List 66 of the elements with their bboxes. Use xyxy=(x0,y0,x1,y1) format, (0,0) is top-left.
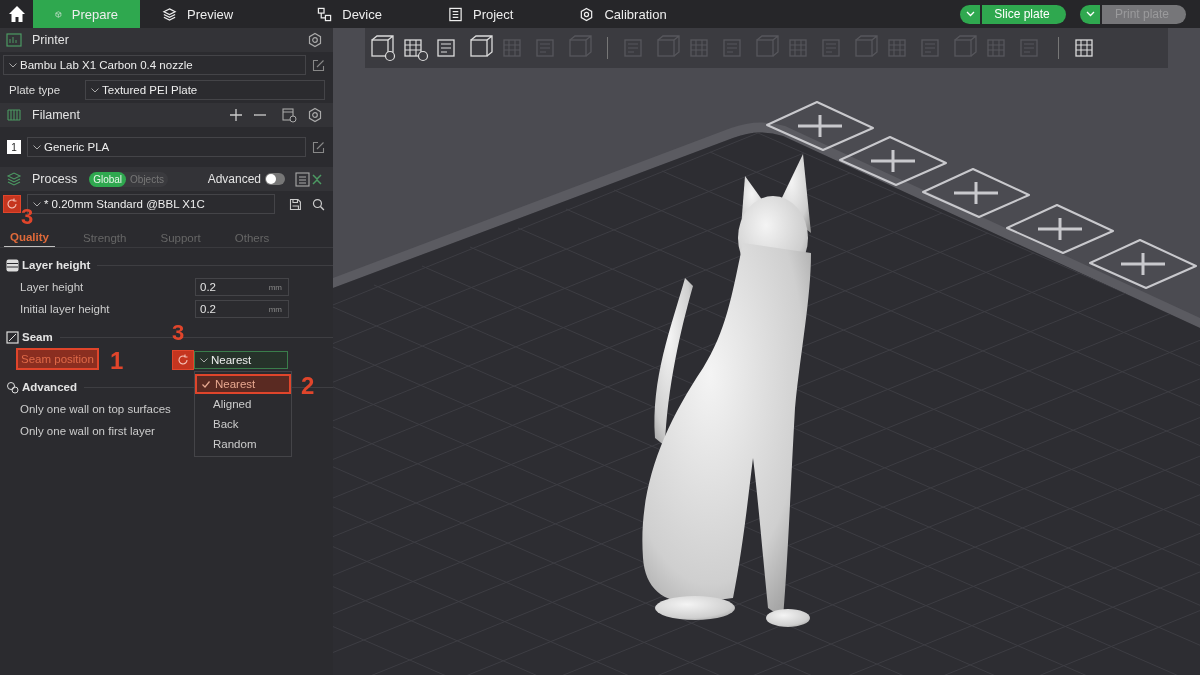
settings-tab[interactable]: Quality xyxy=(4,229,55,247)
dropdown-option[interactable]: Random xyxy=(195,434,291,454)
setting-label: Seam position xyxy=(16,348,99,370)
tab-icon xyxy=(162,6,177,22)
chevron-icon xyxy=(9,62,17,68)
filament-icon xyxy=(6,108,22,122)
dropdown-option[interactable]: Nearest xyxy=(195,374,291,394)
plate-type-label: Plate type xyxy=(8,84,62,96)
edit-icon[interactable] xyxy=(312,140,325,154)
section-title: Printer xyxy=(32,33,69,47)
annotation-number: 3 xyxy=(172,322,185,344)
section-title: Advanced xyxy=(22,381,77,393)
section-title: Process xyxy=(32,172,78,186)
add-icon[interactable] xyxy=(229,108,243,122)
settings-icon[interactable] xyxy=(307,107,323,123)
number-field[interactable]: 0.2 mm xyxy=(195,300,289,318)
nav-tab[interactable]: Device xyxy=(295,0,404,28)
seam-position-select[interactable]: Nearest xyxy=(194,351,288,369)
printer-icon xyxy=(6,33,22,47)
filament-slot-number[interactable]: 1 xyxy=(7,140,21,154)
process-icon xyxy=(6,172,22,186)
annotation-number: 1 xyxy=(110,349,124,373)
list-icon[interactable] xyxy=(295,171,311,187)
advanced-switch[interactable] xyxy=(265,173,285,185)
edit-icon[interactable] xyxy=(312,58,325,72)
number-field[interactable]: 0.2 mm xyxy=(195,278,289,296)
section-icon xyxy=(6,330,19,344)
section-icon xyxy=(6,380,19,394)
printer-select[interactable]: Bambu Lab X1 Carbon 0.4 nozzle xyxy=(3,55,306,75)
nav-tab[interactable]: Calibration xyxy=(557,0,689,28)
section-title: Filament xyxy=(32,108,80,122)
setting-label: Layer height xyxy=(20,281,85,293)
setting-label: Only one wall on first layer xyxy=(20,425,156,437)
caret-icon xyxy=(965,11,975,17)
dropdown-option[interactable]: Back xyxy=(195,414,291,434)
section-title: Seam xyxy=(22,331,53,343)
tab-icon xyxy=(317,6,333,22)
setting-label: Initial layer height xyxy=(20,303,111,315)
nav-tab[interactable]: Project xyxy=(426,0,536,28)
filament-select[interactable]: Generic PLA xyxy=(27,137,306,157)
save-icon[interactable] xyxy=(289,197,303,211)
sync-icon[interactable] xyxy=(281,107,297,123)
chevron-icon xyxy=(200,357,208,363)
reset-icon[interactable] xyxy=(3,195,21,213)
tool-icon[interactable] xyxy=(368,34,396,62)
advanced-label: Advanced xyxy=(207,172,261,186)
chevron-icon xyxy=(33,144,41,150)
nav-tab[interactable]: Preview xyxy=(140,0,256,28)
caret-icon xyxy=(1085,11,1095,17)
section-title: Layer height xyxy=(22,259,91,271)
settings-icon[interactable] xyxy=(307,32,323,48)
plate-type-select[interactable]: Textured PEI Plate xyxy=(85,80,325,100)
annotation-number: 2 xyxy=(301,374,315,398)
setting-label: Only one wall on top surfaces xyxy=(20,403,172,415)
check-icon xyxy=(202,380,210,388)
dropdown-caret-button[interactable] xyxy=(1080,4,1100,24)
section-icon xyxy=(6,258,19,272)
dropdown-option[interactable]: Aligned xyxy=(195,394,291,414)
chevron-icon xyxy=(32,201,41,207)
dropdown-caret-button[interactable] xyxy=(960,4,980,24)
object-icon[interactable] xyxy=(311,171,323,187)
reset-icon[interactable] xyxy=(172,350,194,370)
tab-icon xyxy=(448,6,463,22)
chevron-icon xyxy=(91,87,99,93)
search-icon[interactable] xyxy=(312,197,325,211)
tab-icon xyxy=(579,6,595,22)
